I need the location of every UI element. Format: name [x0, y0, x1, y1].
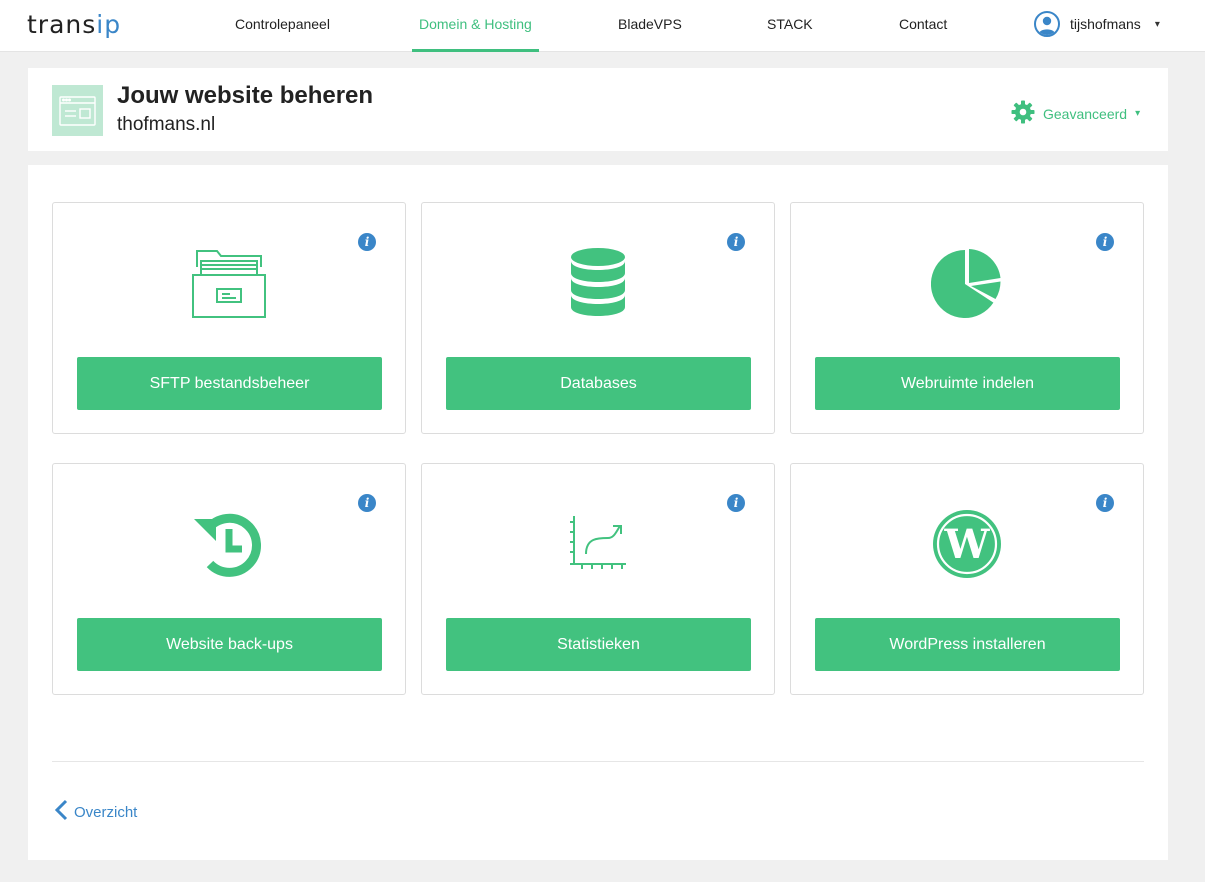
page-title: Jouw website beheren: [117, 82, 374, 109]
wordpress-button[interactable]: WordPress installeren: [815, 618, 1120, 671]
svg-text:W: W: [944, 521, 991, 568]
tile-webspace: i Webruimte indelen: [790, 202, 1144, 434]
database-icon: [558, 243, 638, 323]
wordpress-icon: W: [927, 504, 1007, 584]
logo-text-ip: ip: [96, 10, 122, 39]
tile-sftp: i SFTP bestandsbeheer: [52, 202, 406, 434]
user-menu[interactable]: tijshofmans ▾: [1034, 11, 1160, 37]
transip-logo[interactable]: transip: [27, 10, 121, 40]
nav-item-stack[interactable]: STACK: [767, 0, 813, 52]
back-to-overview-link[interactable]: Overzicht: [54, 799, 137, 825]
user-name: tijshofmans: [1070, 16, 1141, 32]
backups-button[interactable]: Website back-ups: [77, 618, 382, 671]
chevron-left-icon: [54, 799, 68, 825]
info-icon[interactable]: i: [727, 233, 745, 251]
tile-wordpress: i W WordPress installeren: [790, 463, 1144, 695]
nav-item-controlepaneel[interactable]: Controlepaneel: [235, 0, 330, 52]
info-icon[interactable]: i: [1096, 494, 1114, 512]
page-header: Jouw website beheren thofmans.nl Geavanc: [28, 68, 1168, 151]
back-link-label: Overzicht: [74, 803, 138, 821]
history-icon: [189, 504, 269, 584]
databases-button[interactable]: Databases: [446, 357, 751, 410]
nav-item-bladevps[interactable]: BladeVPS: [618, 0, 682, 52]
user-menu-caret-icon: ▾: [1154, 18, 1160, 30]
info-icon[interactable]: i: [1096, 233, 1114, 251]
info-icon[interactable]: i: [358, 494, 376, 512]
webspace-button[interactable]: Webruimte indelen: [815, 357, 1120, 410]
advanced-label: Geavanceerd: [1043, 105, 1128, 122]
nav-item-contact[interactable]: Contact: [899, 0, 947, 52]
pie-chart-icon: [927, 243, 1007, 323]
divider: [52, 761, 1144, 762]
advanced-caret-icon: ▾: [1135, 108, 1141, 119]
info-icon[interactable]: i: [358, 233, 376, 251]
top-navigation: transip Controlepaneel Domein & Hosting …: [0, 0, 1205, 52]
info-icon[interactable]: i: [727, 494, 745, 512]
logo-text-trans: trans: [27, 10, 97, 39]
main-panel: i SFTP bestandsbeheer i Databases i Webr…: [28, 165, 1168, 860]
tile-statistics: i Statistieken: [421, 463, 775, 695]
advanced-menu-button[interactable]: Geavanceerd ▾: [1011, 100, 1140, 127]
sftp-button[interactable]: SFTP bestandsbeheer: [77, 357, 382, 410]
avatar-icon: [1034, 11, 1060, 37]
domain-name: thofmans.nl: [117, 114, 216, 135]
nav-item-domein-hosting[interactable]: Domein & Hosting: [412, 0, 539, 52]
gear-icon: [1011, 100, 1035, 127]
tile-backups: i Website back-ups: [52, 463, 406, 695]
folder-icon: [189, 243, 269, 323]
statistics-button[interactable]: Statistieken: [446, 618, 751, 671]
website-icon: [52, 85, 103, 136]
line-chart-icon: [558, 504, 638, 584]
tile-databases: i Databases: [421, 202, 775, 434]
